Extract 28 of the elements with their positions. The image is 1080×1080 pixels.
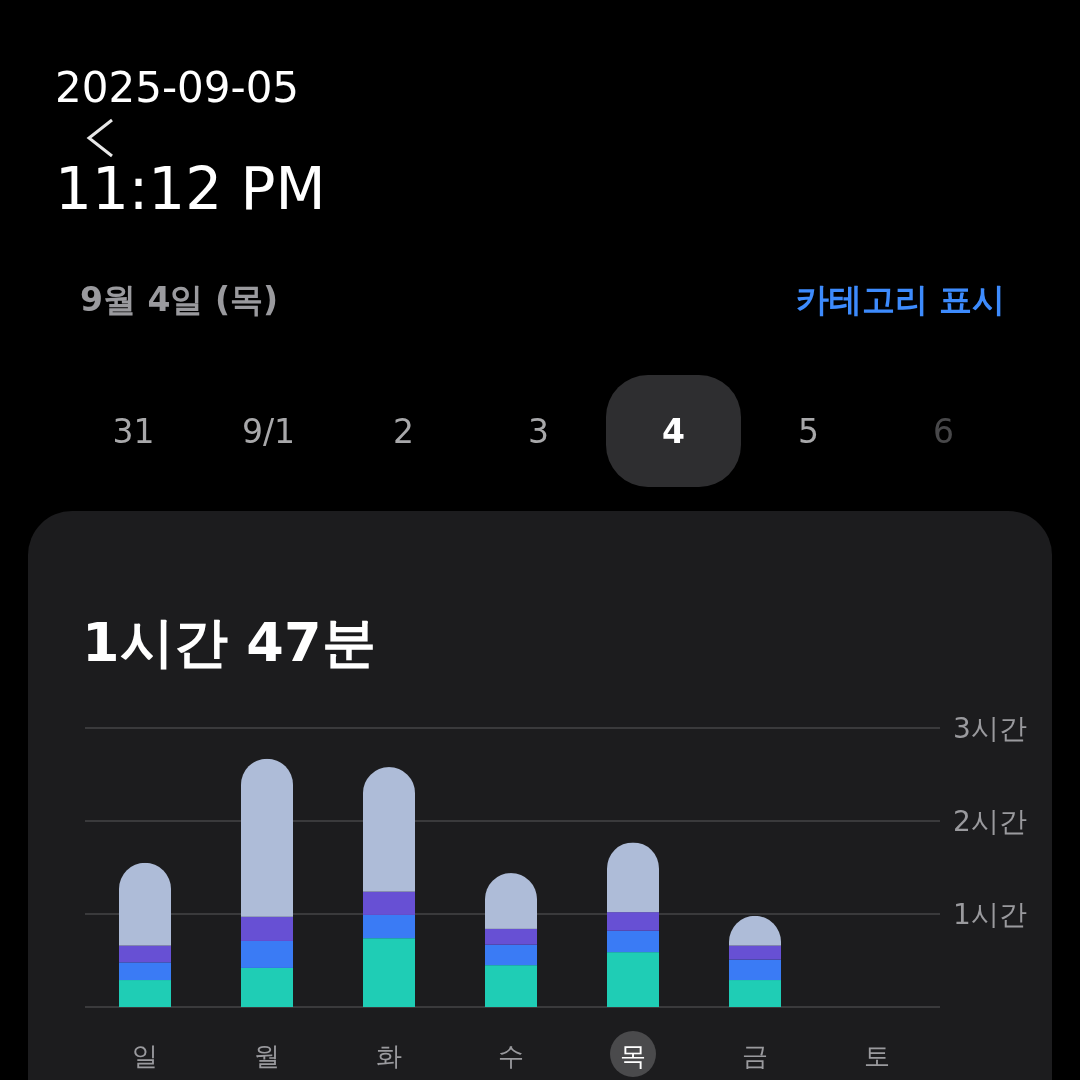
- total-time: 1시간 47분: [81, 610, 377, 675]
- day-tab[interactable]: 31: [66, 375, 201, 487]
- axis-tick-label: 3시간: [953, 715, 1027, 745]
- day-axis-label[interactable]: 목: [620, 1041, 646, 1071]
- bar-segment: [241, 940, 293, 968]
- date-label: 9월 4일 (목): [80, 278, 279, 321]
- day-axis-label[interactable]: 토: [864, 1041, 890, 1071]
- day-axis-label[interactable]: 일: [132, 1041, 158, 1071]
- bar-segment: [119, 980, 171, 1007]
- category-toggle-link[interactable]: 카테고리 표시: [795, 277, 1005, 323]
- day-tab[interactable]: 9/1: [201, 375, 336, 487]
- bar-segment: [119, 962, 171, 981]
- axis-tick-label: 2시간: [953, 805, 1027, 838]
- day-axis-label[interactable]: 화: [376, 1041, 402, 1071]
- bar-segment: [729, 980, 781, 1007]
- selected-day-marker: [610, 1031, 656, 1077]
- day-axis-label[interactable]: 수: [498, 1041, 524, 1071]
- day-tab[interactable]: 3: [471, 375, 606, 487]
- day-axis-label[interactable]: 월: [254, 1041, 280, 1071]
- day-tab[interactable]: 4: [606, 375, 741, 487]
- timestamp-date: 2025-09-05: [55, 62, 300, 114]
- timestamp-time: 11:12 PM: [55, 160, 326, 218]
- day-tab[interactable]: 5: [741, 375, 876, 487]
- day-axis-label[interactable]: 금: [742, 1041, 768, 1071]
- day-tab[interactable]: 2: [336, 375, 471, 487]
- back-icon[interactable]: [86, 118, 114, 158]
- axis-tick-label: 1시간: [953, 898, 1027, 931]
- bar-segment: [241, 967, 293, 1007]
